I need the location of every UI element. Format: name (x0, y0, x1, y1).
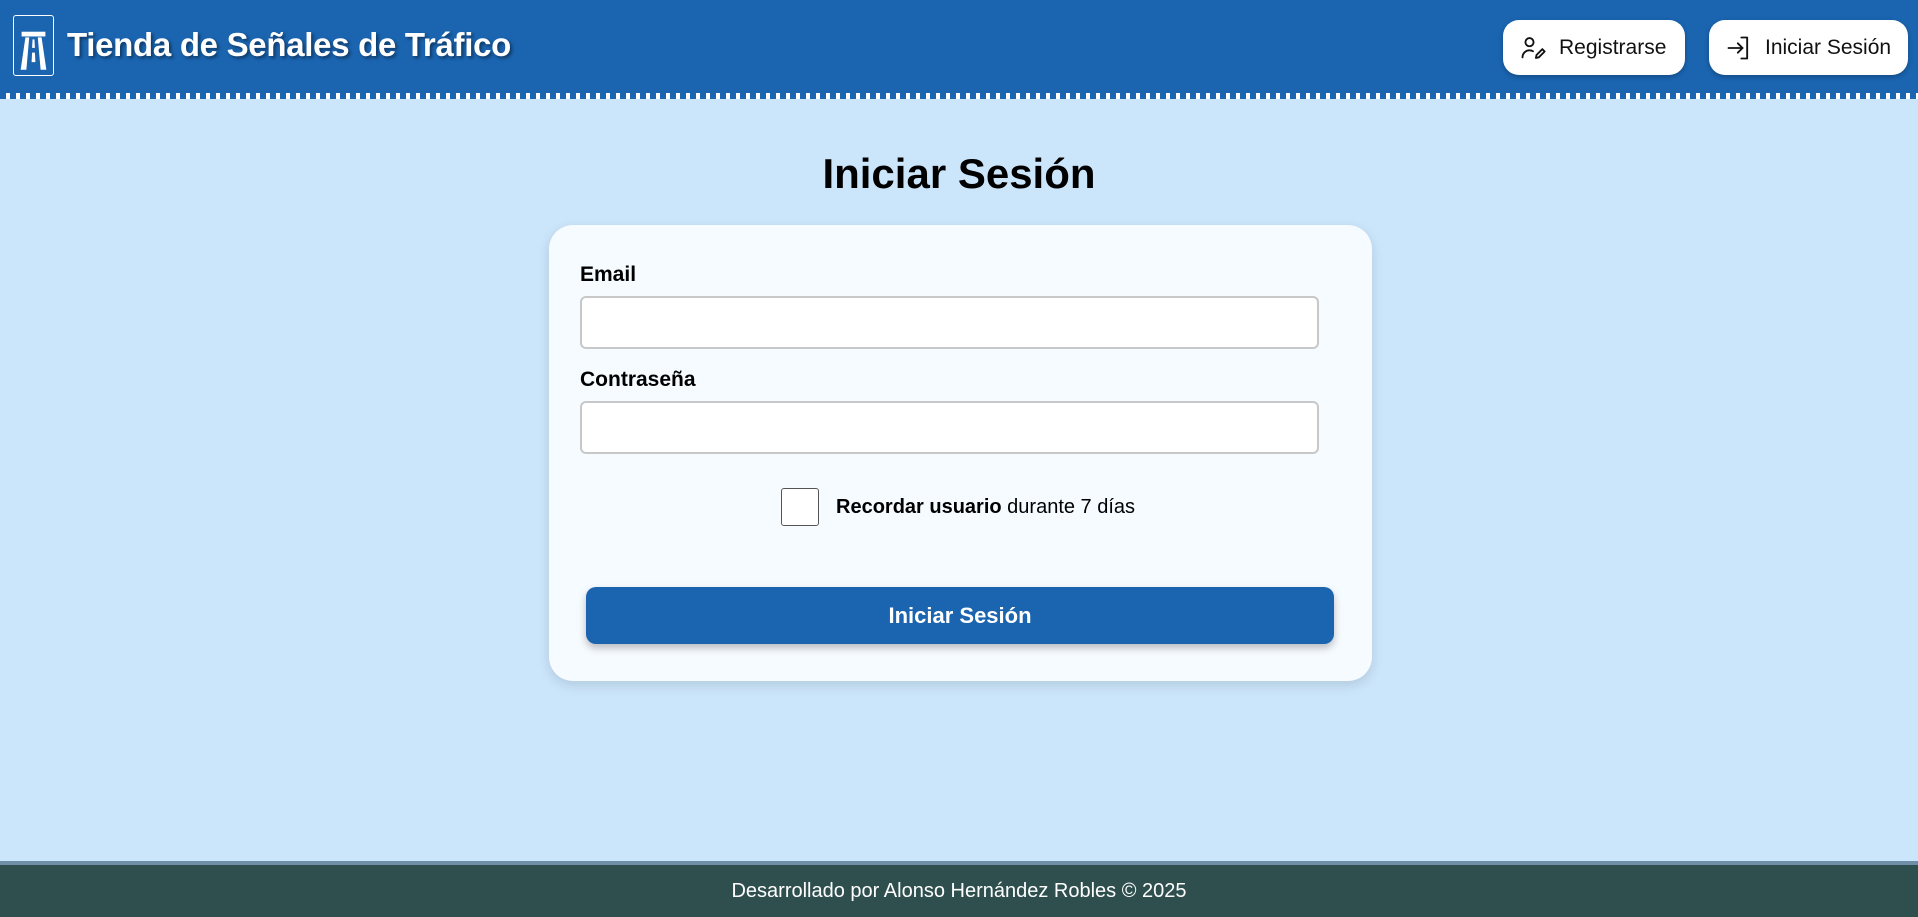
site-footer: Desarrollado por Alonso Hernández Robles… (0, 861, 1918, 917)
password-label: Contraseña (580, 368, 696, 391)
sign-in-icon (1727, 36, 1749, 59)
user-edit-icon (1521, 36, 1546, 59)
remember-me-checkbox[interactable] (781, 488, 819, 526)
site-title[interactable]: Tienda de Señales de Tráfico (67, 26, 511, 64)
footer-credits: Desarrollado por Alonso Hernández Robles… (731, 879, 1187, 902)
login-form-card: Email Contraseña Recordar usuario durant… (549, 225, 1372, 681)
register-button[interactable]: Registrarse (1503, 20, 1685, 75)
site-header: Tienda de Señales de Tráfico Registrarse… (0, 0, 1918, 94)
email-field[interactable] (580, 296, 1319, 349)
register-button-label: Registrarse (1559, 35, 1667, 59)
header-dashed-border (0, 93, 1918, 99)
motorway-sign-graphic (20, 31, 47, 70)
login-nav-button[interactable]: Iniciar Sesión (1709, 20, 1908, 75)
login-submit-button[interactable]: Iniciar Sesión (586, 587, 1334, 644)
remember-me-label[interactable]: Recordar usuario durante 7 días (836, 496, 1135, 519)
login-nav-button-label: Iniciar Sesión (1765, 35, 1892, 59)
email-label: Email (580, 263, 637, 286)
page-title: Iniciar Sesión (822, 150, 1096, 197)
motorway-sign-icon[interactable] (13, 15, 54, 76)
remember-me-row: Recordar usuario durante 7 días (781, 488, 1135, 526)
remember-me-label-rest: durante 7 días (1001, 495, 1136, 518)
password-field[interactable] (580, 401, 1319, 454)
remember-me-label-bold: Recordar usuario (836, 495, 1002, 518)
